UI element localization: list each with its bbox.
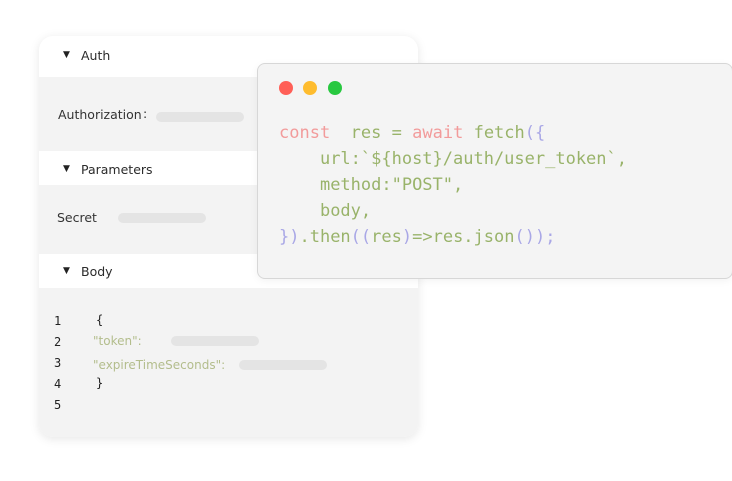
code-line-1: const res = await fetch({ — [279, 120, 627, 146]
paren-close: }) — [279, 227, 300, 247]
body-title: Body — [81, 263, 113, 279]
code-snippet: const res = await fetch({ url:`${host}/a… — [279, 120, 627, 250]
code-method-arg: method:"POST", — [319, 175, 464, 195]
paren-open: ({ — [524, 123, 546, 143]
authorization-value-placeholder[interactable] — [156, 112, 244, 122]
minimize-window-dot[interactable] — [303, 81, 317, 95]
line-number: 3 — [54, 356, 62, 370]
code-line-3: method:"POST", — [279, 172, 627, 198]
operator-equals: = — [391, 123, 402, 143]
line-number: 4 — [54, 377, 62, 391]
code-line-5: }).then((res)=>res.json()); — [279, 224, 627, 250]
json-key-token: "token": — [93, 334, 142, 348]
authorization-label: Authorization — [58, 107, 142, 122]
collapse-caret-icon[interactable]: ▼ — [63, 50, 70, 60]
paren-open-then: (( — [350, 227, 372, 247]
code-line-4: body, — [279, 198, 627, 224]
secret-value-placeholder[interactable] — [118, 213, 206, 223]
auth-title: Auth — [81, 47, 111, 63]
arrow-json: =>res.json — [412, 227, 515, 247]
arg-res: res — [371, 227, 402, 247]
secret-label: Secret — [57, 210, 97, 225]
line-number: 1 — [54, 314, 62, 328]
authorization-colon: : — [143, 106, 148, 121]
line-number: 2 — [54, 335, 62, 349]
maximize-window-dot[interactable] — [328, 81, 342, 95]
code-window: const res = await fetch({ url:`${host}/a… — [257, 63, 732, 279]
paren-close-arg: ) — [401, 227, 413, 247]
expire-value-placeholder — [239, 360, 327, 370]
close-window-dot[interactable] — [279, 81, 293, 95]
method-then: .then — [299, 227, 351, 247]
code-url-arg: url:`${host}/auth/user_token`, — [319, 149, 627, 169]
code-line-2: url:`${host}/auth/user_token`, — [279, 146, 627, 172]
variable-res: res — [350, 123, 382, 143]
json-close-brace: } — [96, 376, 104, 390]
json-open-brace: { — [96, 313, 104, 327]
token-value-placeholder — [171, 336, 259, 346]
json-key-expire-time-seconds: "expireTimeSeconds": — [93, 358, 226, 372]
paren-close-all: ()); — [514, 227, 556, 247]
keyword-const: const — [279, 123, 331, 143]
collapse-caret-icon[interactable]: ▼ — [63, 164, 70, 174]
function-fetch: fetch — [473, 123, 525, 143]
keyword-await: await — [412, 123, 464, 143]
collapse-caret-icon[interactable]: ▼ — [63, 266, 70, 276]
line-number: 5 — [54, 398, 62, 412]
code-body-arg: body, — [319, 201, 372, 221]
parameters-title: Parameters — [81, 161, 153, 177]
